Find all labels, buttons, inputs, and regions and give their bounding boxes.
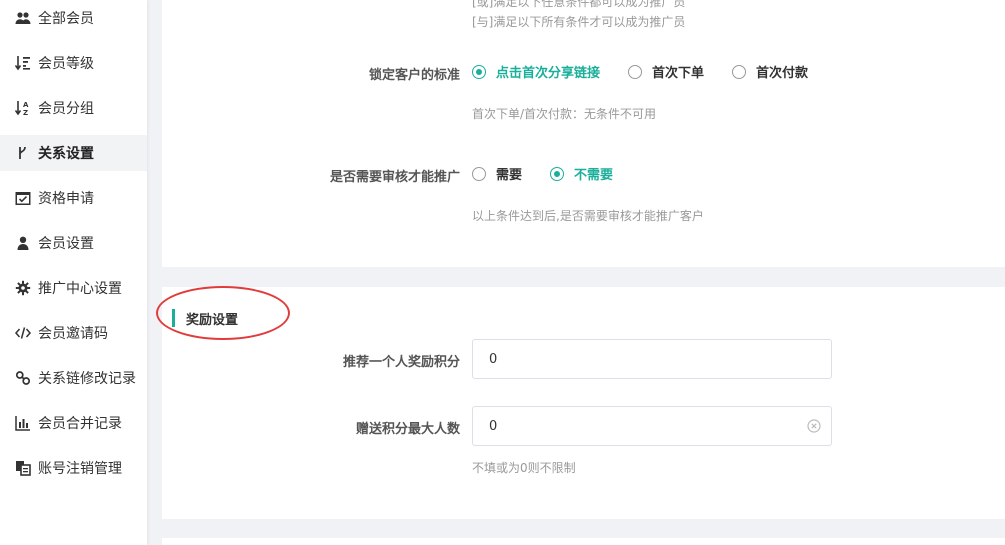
sidebar: 全部会员 会员等级 AZ 会员分组 关系设置 资格申请 会员设置 推广中心设置: [0, 0, 147, 545]
max-people-label: 赠送积分最大人数: [355, 422, 460, 437]
lock-customer-label: 锁定客户的标准: [368, 68, 460, 83]
sidebar-item-label: 账号注销管理: [38, 461, 122, 477]
sidebar-item-label: 全部会员: [38, 11, 94, 27]
reward-settings-card: [162, 287, 1005, 519]
max-people-input[interactable]: 0: [472, 406, 832, 446]
audit-hint: 以上条件达到后,是否需要审核才能推广客户: [472, 209, 704, 223]
clear-icon[interactable]: [807, 419, 821, 433]
radio-circle: [628, 64, 643, 79]
condition-hint-and: [与]满足以下所有条件才可以成为推广员: [472, 15, 686, 29]
radio-first-payment[interactable]: 首次付款: [732, 62, 808, 81]
audit-radio-group: 需要 不需要: [472, 164, 641, 183]
per-person-points-input[interactable]: 0: [472, 339, 832, 379]
radio-audit-not-required[interactable]: 不需要: [550, 164, 613, 183]
sidebar-item-relation-settings[interactable]: 关系设置: [0, 135, 147, 171]
lock-customer-hint: 首次下单/首次付款：无条件不可用: [472, 107, 657, 121]
sidebar-item-label: 会员邀请码: [38, 326, 108, 342]
condition-hint-or: [或]满足以下任意条件都可以成为推广员: [472, 0, 686, 9]
sidebar-item-account-cancel[interactable]: 账号注销管理: [0, 450, 147, 486]
gear-icon: [14, 280, 32, 296]
radio-circle: [472, 166, 486, 181]
sidebar-item-label: 推广中心设置: [38, 281, 122, 297]
user-icon: [14, 235, 32, 251]
svg-text:A: A: [23, 101, 29, 109]
sidebar-item-label: 关系链修改记录: [38, 371, 136, 387]
code-icon: [14, 325, 32, 341]
audit-label: 是否需要审核才能推广: [329, 170, 460, 185]
sidebar-item-member-group[interactable]: AZ 会员分组: [0, 90, 147, 126]
bar-chart-icon: [14, 415, 32, 431]
radio-first-order[interactable]: 首次下单: [628, 62, 704, 81]
radio-audit-required[interactable]: 需要: [472, 164, 522, 183]
sidebar-item-qualification[interactable]: 资格申请: [0, 180, 147, 216]
sort-level-icon: [14, 55, 32, 71]
sidebar-item-relation-log[interactable]: 关系链修改记录: [0, 360, 147, 396]
radio-circle: [550, 166, 565, 181]
per-person-points-label: 推荐一个人奖励积分: [342, 355, 460, 370]
sidebar-item-promo-center[interactable]: 推广中心设置: [0, 270, 147, 306]
reward-section-title: 奖励设置: [172, 309, 238, 328]
link-icon: [14, 370, 32, 386]
radio-circle: [732, 64, 747, 79]
copy-icon: [14, 460, 32, 476]
sidebar-item-member-settings[interactable]: 会员设置: [0, 225, 147, 261]
max-people-hint: 不填或为0则不限制: [472, 461, 576, 475]
branch-icon: [14, 145, 32, 161]
sidebar-item-merge-log[interactable]: 会员合并记录: [0, 405, 147, 441]
next-card: [162, 538, 1005, 545]
sort-group-icon: AZ: [14, 100, 32, 116]
sidebar-item-label: 关系设置: [38, 146, 94, 162]
lock-customer-radio-group: 点击首次分享链接 首次下单 首次付款: [472, 62, 836, 81]
sidebar-item-label: 资格申请: [38, 191, 94, 207]
radio-circle: [472, 64, 486, 79]
sidebar-item-all-members[interactable]: 全部会员: [0, 0, 147, 36]
svg-text:Z: Z: [23, 109, 28, 116]
sidebar-item-member-level[interactable]: 会员等级: [0, 45, 147, 81]
relation-settings-card: [162, 0, 1005, 267]
sidebar-item-label: 会员设置: [38, 236, 94, 252]
sidebar-item-label: 会员等级: [38, 56, 94, 72]
radio-first-share-link[interactable]: 点击首次分享链接: [472, 62, 600, 81]
section-accent-bar: [172, 309, 175, 327]
sidebar-item-invite-code[interactable]: 会员邀请码: [0, 315, 147, 351]
sidebar-item-label: 会员合并记录: [38, 416, 122, 432]
users-icon: [14, 10, 32, 26]
sidebar-item-label: 会员分组: [38, 101, 94, 117]
calendar-check-icon: [14, 190, 32, 206]
